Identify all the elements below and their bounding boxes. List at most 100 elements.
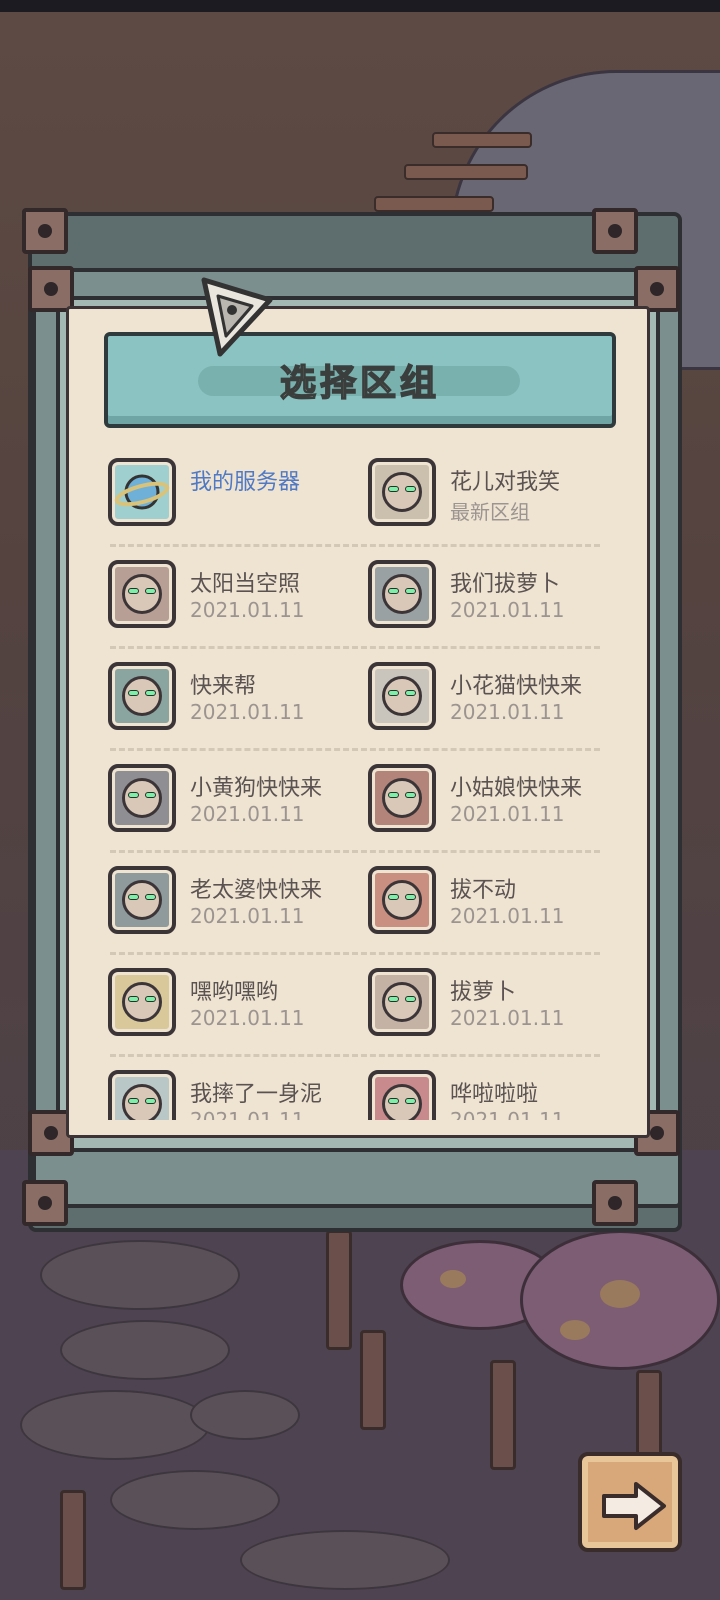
server-item[interactable]: 拔不动 2021.01.11 [368,866,630,938]
server-date: 2021.01.11 [190,1006,305,1030]
server-name: 太阳当空照 [190,572,301,597]
goggles-avatar-icon [108,1070,176,1120]
plank [404,164,528,180]
avatar-eye [388,588,399,594]
avatar-eye [405,894,416,900]
avatar-eye [128,792,139,798]
arrow-right-icon [602,1482,666,1530]
server-name: 我们拔萝卜 [450,572,561,597]
server-name: 老太婆快快来 [190,878,323,903]
server-date: 2021.01.11 [450,802,565,826]
stone [190,1390,300,1440]
avatar-eye [388,894,399,900]
server-row: 快来帮 2021.01.11 小花猫快快来 2021.01.11 [90,648,630,752]
avatar-eye [145,1098,156,1104]
server-row: 嘿哟嘿哟 2021.01.11 拔萝卜 2021.01.11 [90,954,630,1058]
mushroom-spot [600,1280,640,1308]
avatar-face [382,472,422,512]
server-item[interactable]: 快来帮 2021.01.11 [108,662,370,734]
avatar-eye [388,996,399,1002]
avatar-eye [388,690,399,696]
dialog-title: 选择区组 [279,362,440,405]
stone [60,1320,230,1380]
robot-avatar-icon [368,560,436,628]
avatar-face [382,574,422,614]
server-item[interactable]: 嘿哟嘿哟 2021.01.11 [108,968,370,1040]
fence-post [360,1330,386,1430]
server-row: 我的服务器 花儿对我笑最新区组 [90,444,630,548]
server-item[interactable]: 拔萝卜 2021.01.11 [368,968,630,1040]
avatar-eye [405,1098,416,1104]
plank [432,132,532,148]
avatar-eye [145,894,156,900]
avatar-eye [145,996,156,1002]
avatar-eye [128,894,139,900]
avatar-face [382,676,422,716]
stone [20,1390,210,1460]
avatar-face [122,676,162,716]
server-date: 最新区组 [450,500,530,524]
frame-corner-bolt [592,1180,638,1226]
blonde-avatar-icon [108,968,176,1036]
avatar-face [122,982,162,1022]
villain-avatar-icon [108,560,176,628]
server-item[interactable]: 我们拔萝卜 2021.01.11 [368,560,630,632]
title-banner: 选择区组 [104,332,616,428]
avatar-eye [145,690,156,696]
frog-avatar-icon [368,1070,436,1120]
stone [240,1530,450,1590]
avatar-eye [128,690,139,696]
server-name: 拔不动 [450,878,517,903]
frame-corner-bolt [22,1180,68,1226]
server-date: 2021.01.11 [450,1006,565,1030]
fence-post [60,1490,86,1590]
server-item[interactable]: 我的服务器 [108,458,370,530]
man-avatar-icon [368,968,436,1036]
server-item[interactable]: 小花猫快快来 2021.01.11 [368,662,630,734]
avatar-face [382,880,422,920]
server-item[interactable]: 太阳当空照 2021.01.11 [108,560,370,632]
next-button[interactable] [578,1452,682,1552]
server-name: 快来帮 [190,674,257,699]
mushroom-spot [560,1320,590,1340]
frame-corner-bolt [28,266,74,312]
server-name: 小姑娘快快来 [450,776,583,801]
fence-post [490,1360,516,1470]
server-name: 嘿哟嘿哟 [190,980,279,1005]
server-name: 小黄狗快快来 [190,776,323,801]
avatar-eye [405,486,416,492]
avatar-face [122,778,162,818]
server-name: 我摔了一身泥 [190,1082,323,1107]
server-date: 2021.01.11 [450,700,565,724]
avatar-eye [128,1098,139,1104]
hero-avatar-icon [368,458,436,526]
avatar-eye [145,792,156,798]
avatar-eye [128,996,139,1002]
server-item[interactable]: 老太婆快快来 2021.01.11 [108,866,370,938]
server-row: 老太婆快快来 2021.01.11 拔不动 2021.01.11 [90,852,630,956]
stone [40,1240,240,1310]
fence-post [636,1370,662,1460]
server-item[interactable]: 小姑娘快快来 2021.01.11 [368,764,630,836]
server-item[interactable]: 我摔了一身泥 2021.01.11 [108,1070,370,1120]
avatar-eye [128,588,139,594]
server-list[interactable]: 我的服务器 花儿对我笑 最新区组 太阳当空照 2021.01.11 我们拔萝卜 2021.0… [90,444,630,1120]
avatar-eye [405,690,416,696]
stone [110,1470,280,1530]
server-name: 小花猫快快来 [450,674,583,699]
status-strip [0,0,720,12]
server-item[interactable]: 花儿对我笑 最新区组 [368,458,630,530]
server-item[interactable]: 小黄狗快快来 2021.01.11 [108,764,370,836]
server-date: 2021.01.11 [450,904,565,928]
avatar-eye [388,1098,399,1104]
angry-avatar-icon [368,866,436,934]
avatar-eye [405,996,416,1002]
server-date: 2021.01.11 [450,598,565,622]
server-name: 花儿对我笑 [450,470,561,495]
server-item[interactable]: 哗啦啦啦 2021.01.11 [368,1070,630,1120]
avatar-eye [388,792,399,798]
tentacle-avatar-icon [108,662,176,730]
plank [374,196,494,212]
bearded-avatar-icon [368,662,436,730]
server-name: 我的服务器 [190,470,301,495]
